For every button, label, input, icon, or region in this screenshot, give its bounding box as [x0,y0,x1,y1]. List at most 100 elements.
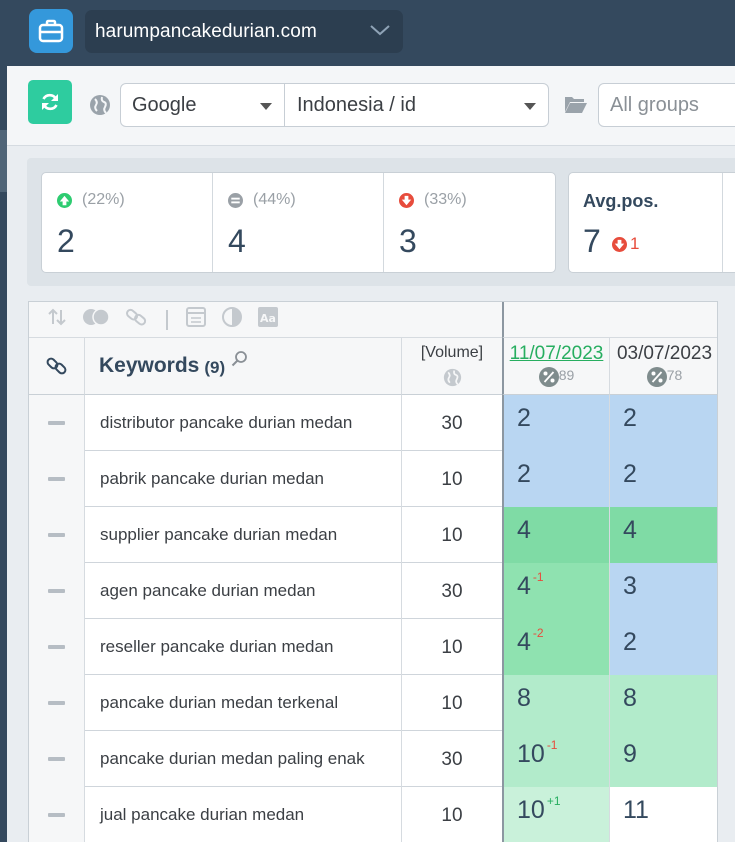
sort-icon[interactable] [47,307,67,332]
row-link-cell[interactable] [29,731,85,787]
volume-cell: 10 [441,525,463,546]
rank-value: 3 [623,572,637,600]
rank-cell-date1[interactable]: 2 [502,451,610,507]
avg-position-change-value: 1 [630,234,640,253]
window-icon[interactable] [185,306,207,333]
sidebar-active-mark [0,130,7,192]
row-link-cell[interactable] [29,507,85,563]
date-column-header-1[interactable]: 11/07/2023 89 [502,338,610,395]
location-select[interactable]: Indonesia / id [284,83,549,127]
rank-value: 10 [517,740,545,768]
groups-input[interactable] [598,83,735,127]
rank-cell-date2[interactable]: 8 [610,675,717,731]
rank-value: 10 [517,796,545,824]
table-row[interactable]: jual pancake durian medan 10 10 +1 11 [29,787,717,842]
rank-cell-date1[interactable]: 4 -2 [502,619,610,675]
rank-change: -1 [546,738,558,752]
volume-cell: 10 [441,805,463,826]
minus-icon [48,757,65,761]
toolbar-separator [166,309,168,330]
volume-column-header[interactable]: [Volume] [402,338,502,395]
keyword-cell: reseller pancake durian medan [85,619,402,675]
rank-value: 4 [517,516,531,544]
rank-value: 2 [623,404,637,432]
contrast-icon[interactable] [221,306,243,333]
rank-cell-date2[interactable]: 4 [610,507,717,563]
rank-cell-date1[interactable]: 4 -1 [502,563,610,619]
caret-down-icon [260,103,272,110]
rank-value: 8 [517,684,531,712]
rank-cell-date2[interactable]: 11 [610,787,717,842]
svg-text:Aa: Aa [260,312,276,325]
toggle-circles-icon[interactable] [81,307,111,332]
briefcase-icon[interactable] [29,9,73,53]
stat-unchanged[interactable]: (44%) 4 [213,173,384,272]
site-selector[interactable]: harumpancakedurian.com [85,10,403,53]
arrow-down-circle-icon [612,236,627,252]
minus-icon [48,421,65,425]
link-column-header[interactable] [29,338,85,395]
folder-open-icon [564,94,588,119]
minus-icon [48,813,65,817]
volume-cell: 30 [441,413,463,434]
table-row[interactable]: pancake durian medan terkenal 10 8 8 [29,675,717,731]
position-stats: (22%) 2 (44%) 4 (33%) 3 [41,172,556,273]
left-sidebar-strip [0,66,7,842]
keywords-count: (9) [204,357,226,377]
rank-change: -2 [532,626,544,640]
date-link[interactable]: 11/07/2023 [504,343,609,365]
stat-declined[interactable]: (33%) 3 [384,173,555,272]
stat-declined-percent: (33%) [424,191,467,208]
rank-cell-date1[interactable]: 8 [502,675,610,731]
keywords-column-header[interactable]: Keywords (9) [85,338,402,395]
volume-cell: 30 [441,581,463,602]
rank-cell-date2[interactable]: 9 [610,731,717,787]
rank-value: 4 [517,572,531,600]
refresh-button[interactable] [28,80,72,124]
rank-cell-date2[interactable]: 2 [610,619,717,675]
arrow-down-circle-icon [399,192,414,208]
rank-cell-date1[interactable]: 10 +1 [502,787,610,842]
table-toolbar: Aa [29,302,502,338]
row-link-cell[interactable] [29,395,85,451]
site-name: harumpancakedurian.com [95,20,317,42]
row-link-cell[interactable] [29,563,85,619]
rank-value: 4 [623,516,637,544]
table-row[interactable]: pabrik pancake durian medan 10 2 2 [29,451,717,507]
rank-cell-date2[interactable]: 3 [610,563,717,619]
stat-improved[interactable]: (22%) 2 [42,173,213,272]
rank-cell-date2[interactable]: 2 [610,395,717,451]
avg-position-value: 7 [583,223,601,259]
table-row[interactable]: distributor pancake durian medan 30 2 2 [29,395,717,451]
table-row[interactable]: reseller pancake durian medan 10 4 -2 2 [29,619,717,675]
row-link-cell[interactable] [29,619,85,675]
table-row[interactable]: agen pancake durian medan 30 4 -1 3 [29,563,717,619]
keyword-cell: distributor pancake durian medan [85,395,402,451]
rank-cell-date1[interactable]: 2 [502,395,610,451]
row-link-cell[interactable] [29,787,85,842]
link-icon[interactable] [125,306,149,333]
minus-icon [48,589,65,593]
minus-circle-icon [228,192,243,208]
volume-cell: 10 [441,637,463,658]
row-link-cell[interactable] [29,675,85,731]
rank-cell-date1[interactable]: 4 [502,507,610,563]
chevron-down-icon [369,22,391,43]
keyword-cell: pabrik pancake durian medan [85,451,402,507]
date-column-header-2[interactable]: 03/07/2023 78 [610,338,717,395]
rank-cell-date1[interactable]: 10 -1 [502,731,610,787]
globe-icon [443,368,461,387]
rank-change: -1 [532,570,544,584]
font-size-icon[interactable]: Aa [257,306,279,333]
globe-icon [89,94,111,121]
search-icon[interactable] [231,350,248,372]
row-link-cell[interactable] [29,451,85,507]
search-engine-select[interactable]: Google [120,83,285,127]
table-row[interactable]: pancake durian medan paling enak 30 10 -1 9 [29,731,717,787]
search-engine-value: Google [132,93,197,116]
rank-cell-date2[interactable]: 2 [610,451,717,507]
table-row[interactable]: supplier pancake durian medan 10 4 4 [29,507,717,563]
refresh-icon [42,93,58,111]
stat-improved-count: 2 [57,223,75,259]
volume-cell: 10 [441,693,463,714]
